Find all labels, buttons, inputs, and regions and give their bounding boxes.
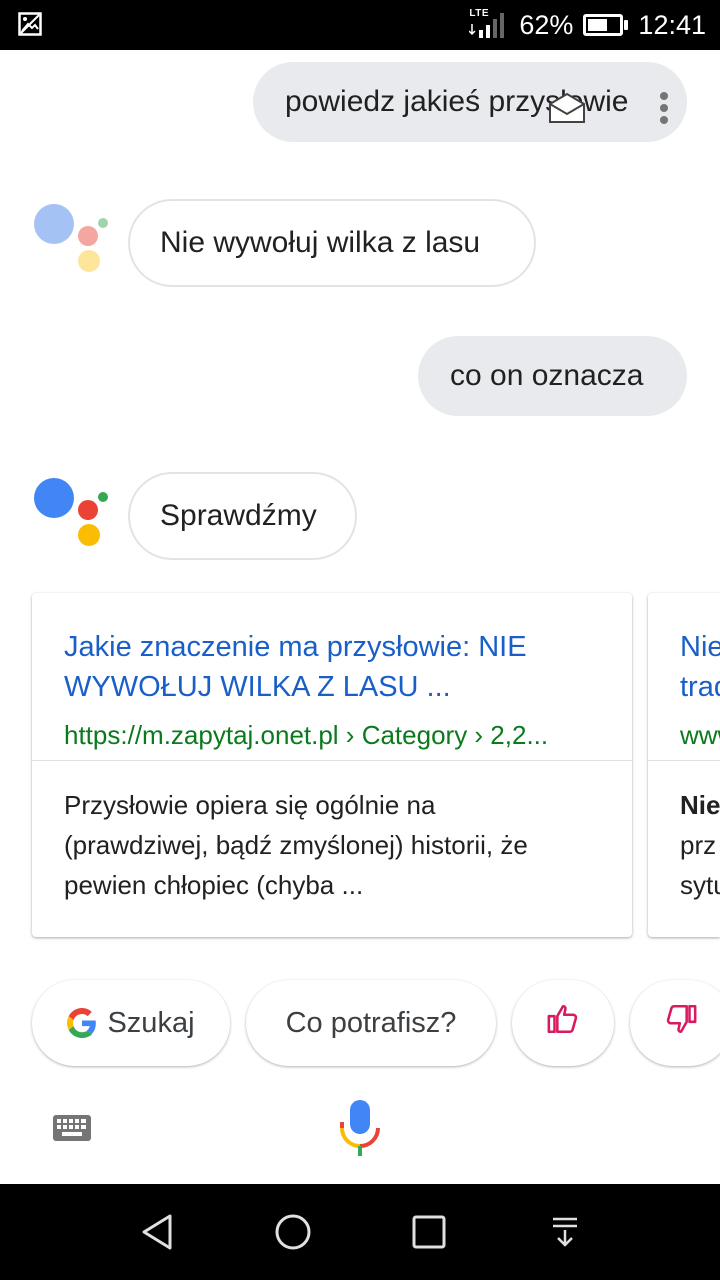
snippet-line: sytu xyxy=(680,870,720,900)
assistant-reply-text: Sprawdźmy xyxy=(160,499,317,532)
assistant-reply-text: Nie wywołuj wilka z lasu xyxy=(160,226,481,259)
search-result-card[interactable]: Nie trad www Nie prz sytu xyxy=(648,593,720,937)
result-url: www xyxy=(680,720,720,750)
snippet-line: Przysłowie opiera się ogólnie na xyxy=(64,790,436,820)
snippet-line: (prawdziwej, bądź zmyślonej) historii, ż… xyxy=(64,830,528,860)
signal-icon: LTE xyxy=(469,8,509,40)
result-title-line: Jakie znaczenie ma przysłowie: NIE xyxy=(64,631,527,663)
thumbs-down-chip[interactable] xyxy=(630,980,720,1066)
result-snippet: Nie prz sytu xyxy=(648,761,720,905)
result-header[interactable]: Nie trad www xyxy=(648,593,720,761)
user-query-bubble[interactable]: co on oznacza xyxy=(418,336,687,416)
google-g-icon xyxy=(67,1008,97,1038)
user-query-text: co on oznacza xyxy=(450,359,644,392)
result-header[interactable]: Jakie znaczenie ma przysłowie: NIE WYWOŁ… xyxy=(32,593,632,761)
thumbs-up-icon xyxy=(546,1002,580,1044)
assistant-logo-icon xyxy=(32,200,112,280)
mic-icon[interactable] xyxy=(338,1098,382,1163)
assistant-reply-bubble: Nie wywołuj wilka z lasu xyxy=(128,199,536,287)
search-result-card[interactable]: Jakie znaczenie ma przysłowie: NIE WYWOŁ… xyxy=(32,593,632,937)
thumbs-down-icon xyxy=(664,1002,698,1044)
snippet-line: prz xyxy=(680,830,717,860)
thumbs-up-chip[interactable] xyxy=(512,980,614,1066)
assistant-logo-icon xyxy=(32,474,112,554)
image-icon xyxy=(18,12,42,41)
snippet-line: pewien chłopiec (chyba ... xyxy=(64,870,364,900)
envelope-icon xyxy=(548,90,586,129)
result-title[interactable]: Jakie znaczenie ma przysłowie: NIE WYWOŁ… xyxy=(64,627,600,707)
pull-down-icon[interactable] xyxy=(520,1184,610,1280)
result-url: https://m.zapytaj.onet.pl › Category › 2… xyxy=(64,720,549,750)
clock: 12:41 xyxy=(638,9,706,40)
result-snippet: Przysłowie opiera się ogólnie na (prawdz… xyxy=(32,761,632,905)
search-chip[interactable]: Szukaj xyxy=(32,980,230,1066)
keyboard-icon[interactable] xyxy=(52,1114,92,1147)
recents-square-icon[interactable] xyxy=(384,1184,474,1280)
home-circle-icon[interactable] xyxy=(248,1184,338,1280)
capabilities-chip-label: Co potrafisz? xyxy=(285,1006,457,1039)
result-title-line: Nie xyxy=(680,631,720,663)
battery-icon xyxy=(583,14,629,36)
result-title-line: WYWOŁUJ WILKA Z LASU ... xyxy=(64,671,451,703)
result-title-line: trad xyxy=(680,671,720,703)
assistant-reply-bubble: Sprawdźmy xyxy=(128,472,357,560)
more-options-icon[interactable] xyxy=(660,92,668,128)
back-triangle-icon[interactable] xyxy=(112,1184,202,1280)
capabilities-chip[interactable]: Co potrafisz? xyxy=(246,980,496,1066)
navigation-bar xyxy=(0,1184,720,1280)
battery-percent: 62% xyxy=(519,9,574,40)
user-query-bubble[interactable]: powiedz jakieś przysłowie xyxy=(253,62,687,142)
status-bar: LTE 62% 12:41 xyxy=(0,0,720,50)
snippet-line: Nie xyxy=(680,790,720,820)
result-title[interactable]: Nie trad xyxy=(680,627,720,707)
search-chip-label: Szukaj xyxy=(107,1006,195,1039)
